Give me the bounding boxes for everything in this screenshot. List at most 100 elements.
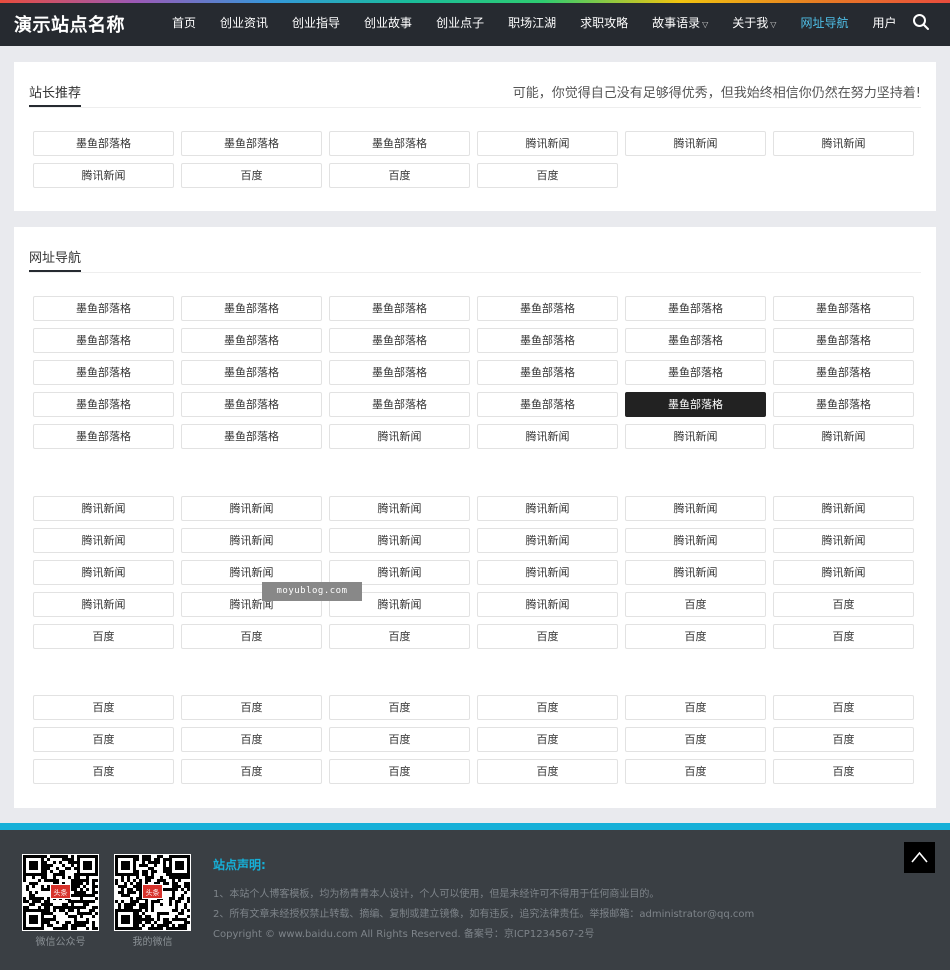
link-button[interactable]: 百度: [477, 759, 618, 784]
nav-item-6[interactable]: 职场江湖: [496, 0, 568, 46]
link-button[interactable]: 墨鱼部落格: [773, 328, 914, 353]
link-button[interactable]: 腾讯新闻: [477, 496, 618, 521]
link-button[interactable]: 百度: [625, 727, 766, 752]
link-button[interactable]: 百度: [329, 759, 470, 784]
nav-item-11[interactable]: 用户: [860, 0, 908, 46]
nav-item-2[interactable]: 创业资讯: [208, 0, 280, 46]
link-button[interactable]: 墨鱼部落格: [329, 296, 470, 321]
link-button[interactable]: 腾讯新闻: [625, 131, 766, 156]
link-button[interactable]: 墨鱼部落格: [773, 392, 914, 417]
link-button[interactable]: 墨鱼部落格: [625, 296, 766, 321]
link-button[interactable]: 百度: [773, 624, 914, 649]
link-button[interactable]: 墨鱼部落格: [329, 131, 470, 156]
link-button[interactable]: 百度: [773, 695, 914, 720]
nav-item-8[interactable]: 故事语录 ▽: [640, 0, 720, 46]
link-button[interactable]: 百度: [329, 695, 470, 720]
link-button[interactable]: 百度: [773, 727, 914, 752]
link-button[interactable]: 墨鱼部落格: [33, 360, 174, 385]
link-button[interactable]: 腾讯新闻: [477, 424, 618, 449]
link-button[interactable]: 墨鱼部落格: [181, 328, 322, 353]
link-button[interactable]: 腾讯新闻: [477, 592, 618, 617]
link-button[interactable]: 百度: [625, 695, 766, 720]
link-button[interactable]: 腾讯新闻: [33, 592, 174, 617]
link-button[interactable]: 百度: [329, 727, 470, 752]
link-button[interactable]: 墨鱼部落格: [33, 296, 174, 321]
link-button[interactable]: 墨鱼部落格: [477, 328, 618, 353]
link-button[interactable]: 腾讯新闻: [33, 163, 174, 188]
link-button[interactable]: 腾讯新闻: [625, 560, 766, 585]
link-button[interactable]: 墨鱼部落格: [181, 360, 322, 385]
link-button[interactable]: 墨鱼部落格: [477, 296, 618, 321]
link-button[interactable]: 腾讯新闻: [181, 528, 322, 553]
nav-item-10[interactable]: 网址导航: [788, 0, 860, 46]
site-logo[interactable]: 演示站点名称: [14, 11, 125, 37]
nav-item-3[interactable]: 创业指导: [280, 0, 352, 46]
link-button[interactable]: 墨鱼部落格: [181, 296, 322, 321]
nav-item-7[interactable]: 求职攻略: [568, 0, 640, 46]
link-button[interactable]: 腾讯新闻: [329, 424, 470, 449]
link-button[interactable]: 墨鱼部落格: [625, 392, 766, 417]
link-button[interactable]: 百度: [329, 163, 470, 188]
link-button[interactable]: 墨鱼部落格: [329, 328, 470, 353]
back-to-top-button[interactable]: [904, 842, 935, 873]
link-button[interactable]: 腾讯新闻: [329, 496, 470, 521]
link-button[interactable]: 腾讯新闻: [33, 528, 174, 553]
nav-item-4[interactable]: 创业故事: [352, 0, 424, 46]
link-button[interactable]: 百度: [773, 592, 914, 617]
link-button[interactable]: 腾讯新闻: [477, 131, 618, 156]
link-button[interactable]: 百度: [181, 695, 322, 720]
link-button[interactable]: 墨鱼部落格: [181, 392, 322, 417]
link-button[interactable]: 百度: [773, 759, 914, 784]
nav-item-5[interactable]: 创业点子: [424, 0, 496, 46]
link-button[interactable]: 百度: [181, 759, 322, 784]
link-button[interactable]: 百度: [33, 759, 174, 784]
wechat-personal-qr-code: 头条: [114, 854, 191, 931]
link-button[interactable]: 百度: [477, 727, 618, 752]
link-button[interactable]: 墨鱼部落格: [773, 296, 914, 321]
nav-item-1[interactable]: 首页: [160, 0, 208, 46]
link-button[interactable]: 墨鱼部落格: [773, 360, 914, 385]
link-button[interactable]: 腾讯新闻: [33, 560, 174, 585]
link-button[interactable]: 腾讯新闻: [181, 496, 322, 521]
link-button[interactable]: 百度: [625, 592, 766, 617]
link-button[interactable]: 腾讯新闻: [625, 496, 766, 521]
link-button[interactable]: 墨鱼部落格: [181, 424, 322, 449]
link-button[interactable]: 墨鱼部落格: [329, 360, 470, 385]
link-button[interactable]: 腾讯新闻: [773, 131, 914, 156]
link-button[interactable]: 腾讯新闻: [477, 560, 618, 585]
link-button[interactable]: 百度: [477, 163, 618, 188]
link-button[interactable]: 墨鱼部落格: [33, 328, 174, 353]
link-button[interactable]: 墨鱼部落格: [477, 392, 618, 417]
link-button[interactable]: 百度: [477, 695, 618, 720]
link-button[interactable]: 腾讯新闻: [625, 424, 766, 449]
link-button[interactable]: 百度: [33, 727, 174, 752]
link-button[interactable]: 腾讯新闻: [33, 496, 174, 521]
nav-item-9[interactable]: 关于我 ▽: [720, 0, 788, 46]
link-button[interactable]: 墨鱼部落格: [181, 131, 322, 156]
link-button[interactable]: 墨鱼部落格: [33, 131, 174, 156]
link-button[interactable]: 腾讯新闻: [773, 424, 914, 449]
link-button[interactable]: 墨鱼部落格: [625, 328, 766, 353]
link-button[interactable]: 腾讯新闻: [773, 560, 914, 585]
link-button[interactable]: 腾讯新闻: [773, 528, 914, 553]
link-button[interactable]: 百度: [33, 695, 174, 720]
link-button[interactable]: 百度: [625, 624, 766, 649]
link-button[interactable]: 百度: [181, 163, 322, 188]
nav-item-label: 职场江湖: [508, 16, 557, 30]
link-button[interactable]: 腾讯新闻: [477, 528, 618, 553]
link-button[interactable]: 腾讯新闻: [773, 496, 914, 521]
link-button[interactable]: 腾讯新闻: [329, 528, 470, 553]
link-button[interactable]: 百度: [33, 624, 174, 649]
link-button[interactable]: 百度: [625, 759, 766, 784]
link-button[interactable]: 墨鱼部落格: [33, 424, 174, 449]
link-button[interactable]: 墨鱼部落格: [477, 360, 618, 385]
link-button[interactable]: 百度: [181, 624, 322, 649]
link-button[interactable]: 墨鱼部落格: [33, 392, 174, 417]
link-button[interactable]: 百度: [181, 727, 322, 752]
link-button[interactable]: 墨鱼部落格: [625, 360, 766, 385]
link-button[interactable]: 墨鱼部落格: [329, 392, 470, 417]
search-icon[interactable]: [912, 13, 930, 31]
link-button[interactable]: 百度: [477, 624, 618, 649]
link-button[interactable]: 百度: [329, 624, 470, 649]
link-button[interactable]: 腾讯新闻: [625, 528, 766, 553]
